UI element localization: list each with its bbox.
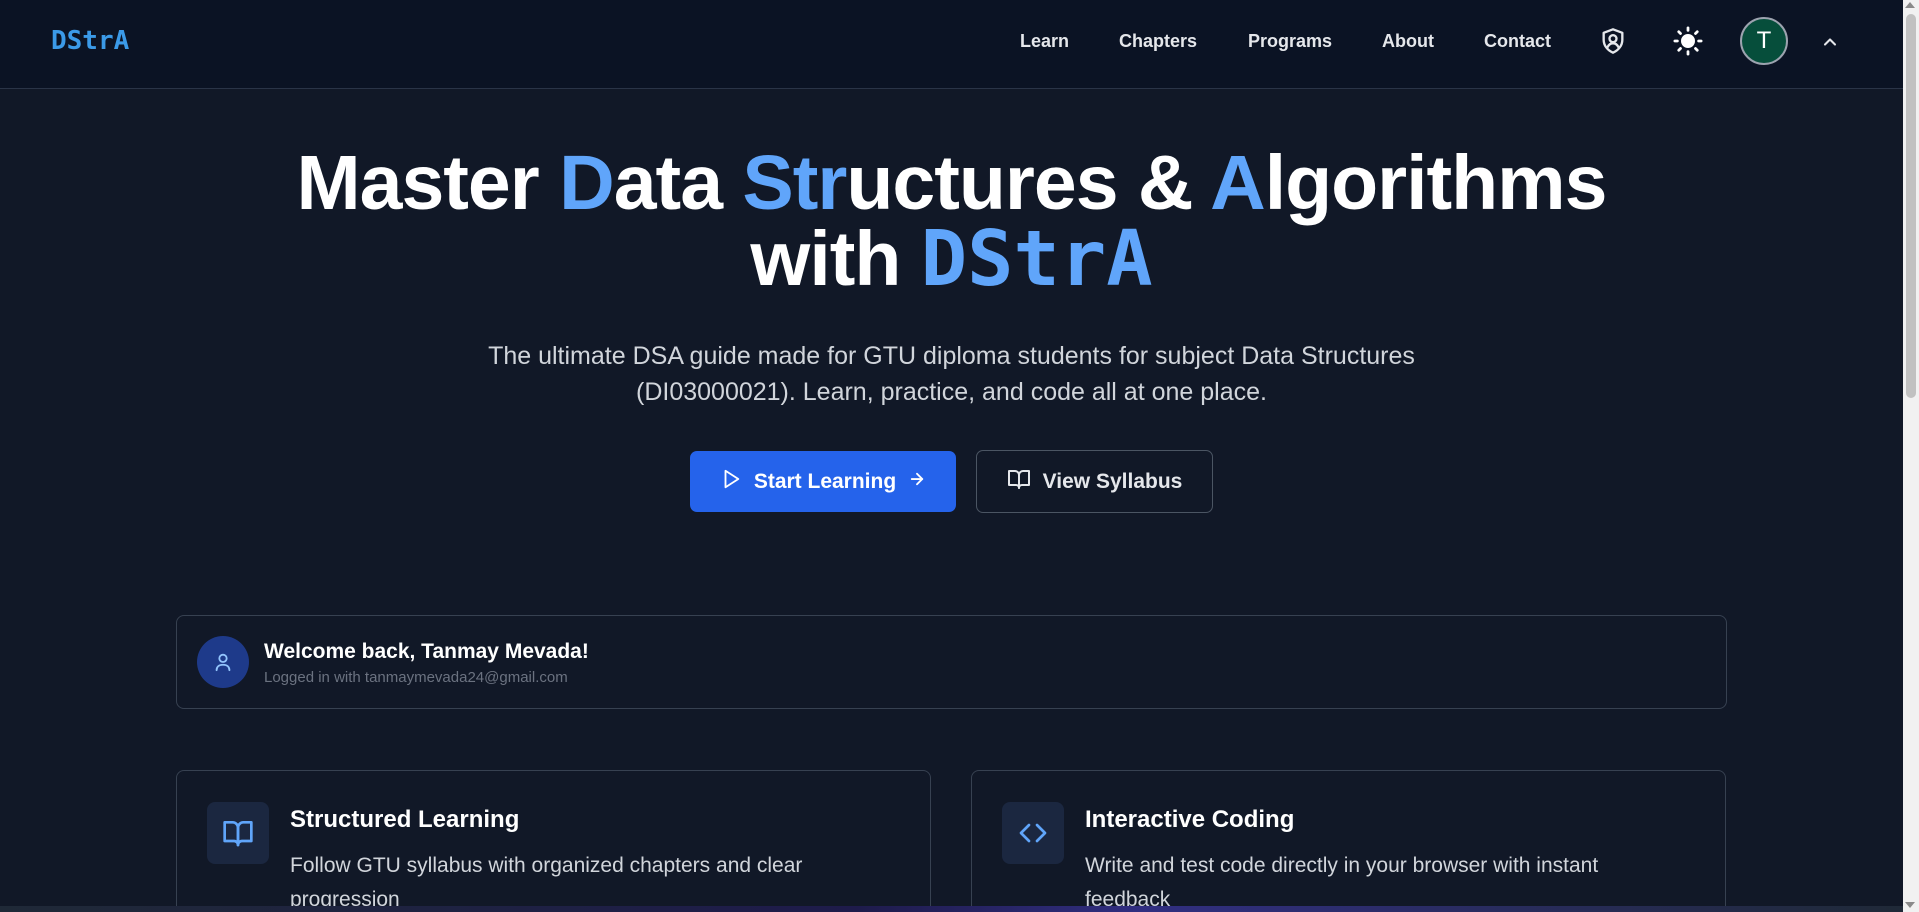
welcome-email: Logged in with tanmaymevada24@gmail.com: [264, 669, 568, 686]
feature-description: Follow GTU syllabus with organized chapt…: [290, 854, 803, 911]
hero-title-text: uctures &: [846, 140, 1211, 226]
hero-title-text: lgorithms: [1264, 140, 1608, 226]
chevron-up-icon[interactable]: [1820, 32, 1840, 52]
hero-title-text: ata: [613, 140, 743, 226]
hero-title-highlight: A: [1210, 140, 1266, 226]
bottom-gradient-strip: [0, 906, 1903, 912]
nav-link-contact[interactable]: Contact: [1484, 31, 1551, 52]
book-open-icon: [207, 802, 269, 864]
view-syllabus-button[interactable]: View Syllabus: [976, 450, 1213, 513]
start-learning-button[interactable]: Start Learning: [690, 451, 956, 512]
view-syllabus-label: View Syllabus: [1042, 469, 1183, 493]
feature-title: Interactive Coding: [1085, 806, 1295, 833]
hero-title-highlight: D: [559, 140, 615, 226]
page: DStrA Learn Chapters Programs About Cont…: [0, 0, 1903, 912]
logo[interactable]: DStrA: [51, 26, 129, 56]
nav-link-about[interactable]: About: [1382, 31, 1434, 52]
shield-user-icon[interactable]: [1597, 25, 1629, 57]
arrow-right-icon: [908, 470, 926, 494]
hero-title-text: Master: [296, 140, 560, 226]
feature-card-interactive-coding[interactable]: Interactive Coding Write and test code d…: [971, 770, 1726, 912]
code-icon: [1002, 802, 1064, 864]
nav-link-chapters[interactable]: Chapters: [1119, 31, 1197, 52]
hero-title-brand: DStrA: [920, 215, 1153, 304]
feature-description: Write and test code directly in your bro…: [1085, 854, 1599, 911]
scroll-down-arrow-icon[interactable]: [1905, 902, 1915, 908]
scroll-up-arrow-icon[interactable]: [1905, 2, 1915, 8]
feature-title: Structured Learning: [290, 806, 520, 833]
feature-card-structured-learning[interactable]: Structured Learning Follow GTU syllabus …: [176, 770, 931, 912]
nav-link-learn[interactable]: Learn: [1020, 31, 1069, 52]
play-icon: [720, 468, 742, 496]
user-icon: [197, 636, 249, 688]
hero-title-text: with: [750, 216, 921, 302]
scrollbar-thumb[interactable]: [1906, 14, 1916, 398]
welcome-card: Welcome back, Tanmay Mevada! Logged in w…: [176, 615, 1727, 709]
welcome-title: Welcome back, Tanmay Mevada!: [264, 640, 589, 663]
sun-icon[interactable]: [1672, 25, 1704, 57]
book-open-icon: [1007, 467, 1031, 497]
nav-link-programs[interactable]: Programs: [1248, 31, 1332, 52]
hero-title-highlight: Str: [742, 140, 847, 226]
start-learning-label: Start Learning: [753, 469, 897, 493]
user-avatar[interactable]: T: [1740, 17, 1788, 65]
hero-subtitle: The ultimate DSA guide made for GTU dipl…: [488, 342, 1415, 406]
hero-title: Master Data Structures & Algorithms with…: [0, 145, 1903, 299]
top-navbar: DStrA Learn Chapters Programs About Cont…: [0, 0, 1903, 89]
